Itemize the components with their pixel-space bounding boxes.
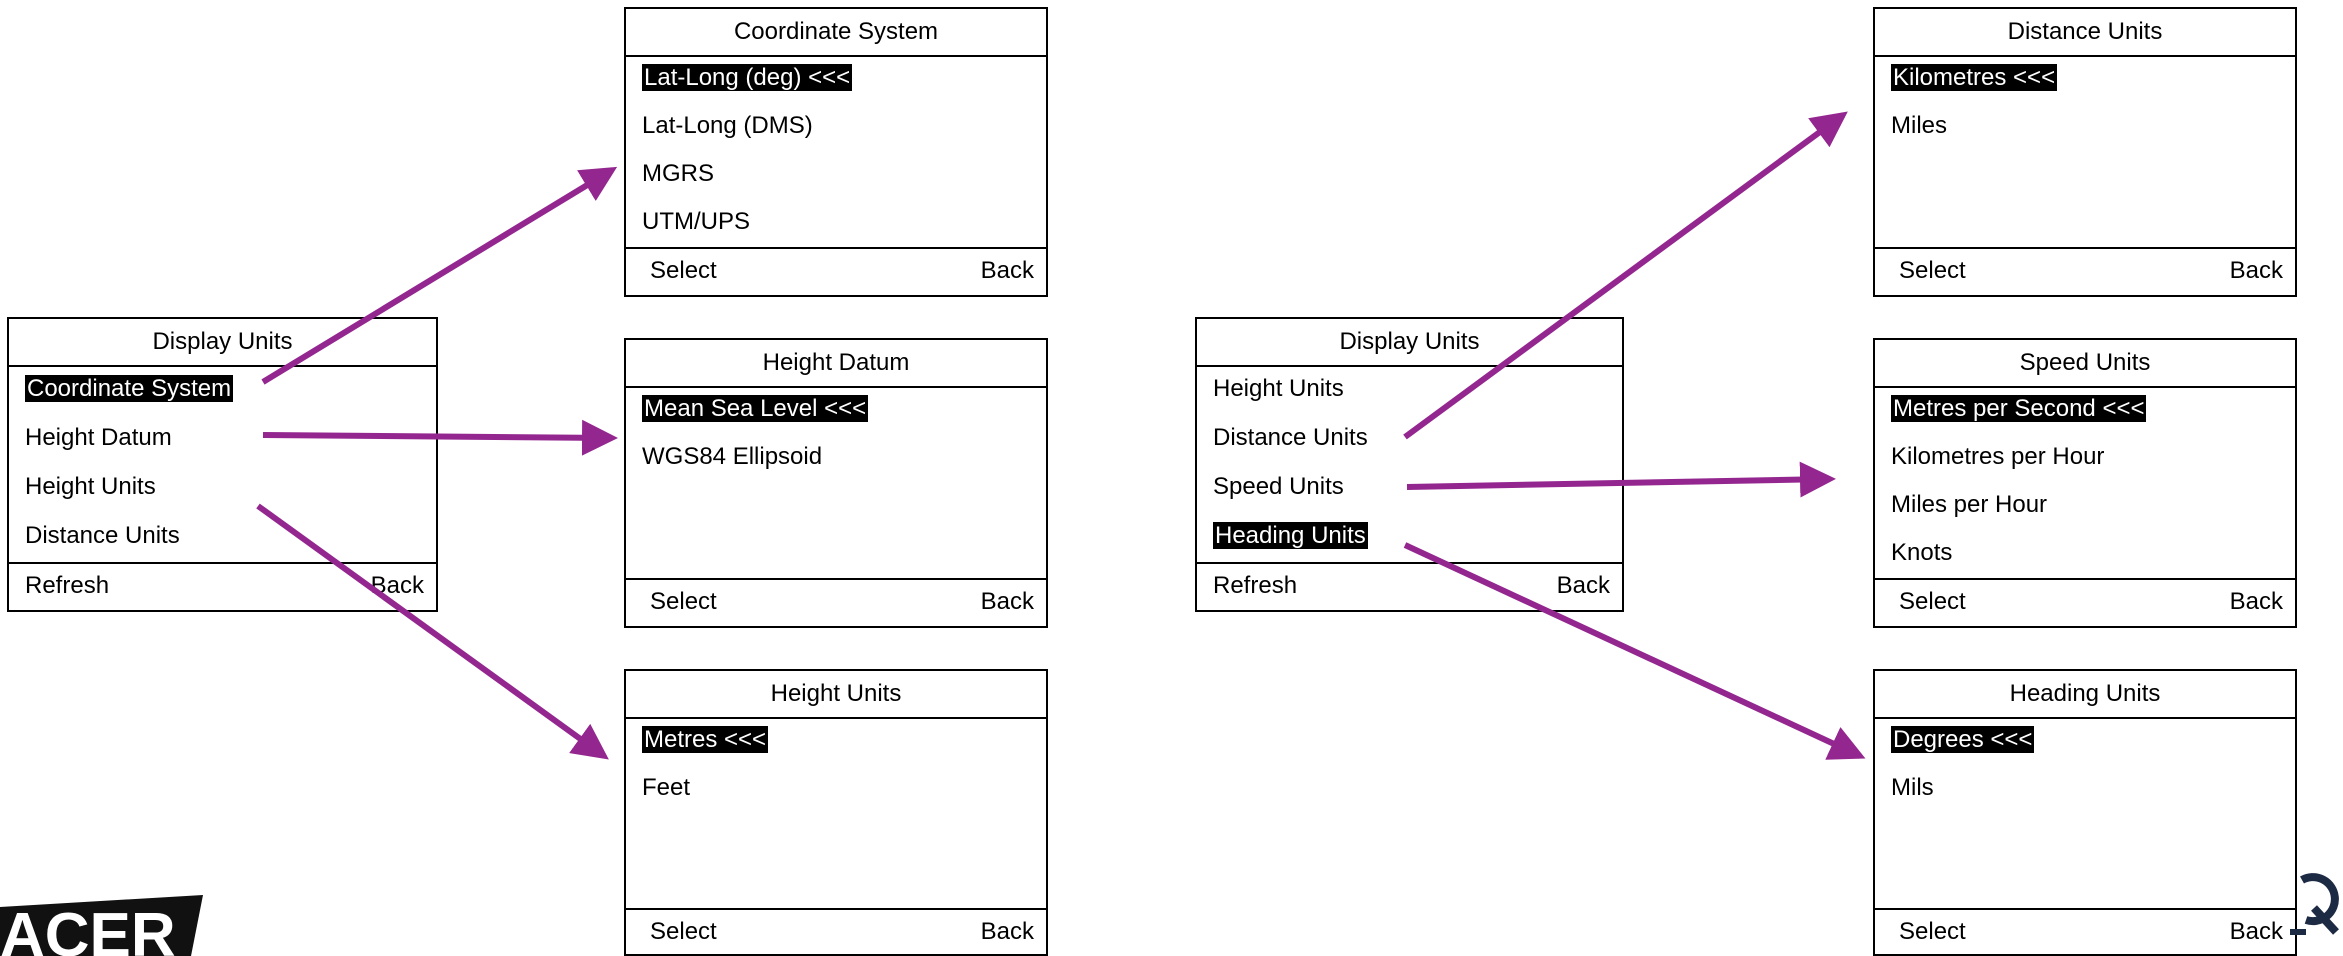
option-utm-ups[interactable]: UTM/UPS [642, 205, 750, 239]
option-mgrs[interactable]: MGRS [642, 157, 714, 191]
back-softkey[interactable]: Back [2230, 588, 2283, 616]
option-knots[interactable]: Knots [1891, 536, 1952, 570]
back-softkey[interactable]: Back [981, 918, 1034, 946]
select-softkey[interactable]: Select [650, 918, 717, 946]
speed-units-screen: Speed Units Metres per Second <<< Kilome… [1873, 338, 2297, 628]
coordinate-system-screen: Coordinate System Lat-Long (deg) <<< Lat… [624, 7, 1048, 297]
softkey-bar: Select Back [1875, 247, 2295, 295]
option-label: Kilometres per Hour [1891, 443, 2105, 470]
select-softkey[interactable]: Select [1899, 257, 1966, 285]
distance-units-screen: Distance Units Kilometres <<< Miles Sele… [1873, 7, 2297, 297]
screen-title: Display Units [1197, 319, 1622, 367]
screen-title: Coordinate System [626, 9, 1046, 57]
option-mean-sea-level[interactable]: Mean Sea Level <<< [642, 392, 869, 426]
option-label: Mean Sea Level <<< [642, 395, 869, 422]
q-logo-icon [2290, 873, 2339, 935]
screen-title: Height Datum [626, 340, 1046, 388]
softkey-bar: Select Back [1875, 578, 2295, 626]
menu-item-label: Height Datum [25, 424, 172, 451]
menu-item-label: Heading Units [1213, 522, 1368, 549]
menu-item-distance-units[interactable]: Distance Units [25, 519, 180, 553]
option-label: Miles [1891, 112, 1948, 139]
menu-item-coordinate-system[interactable]: Coordinate System [25, 372, 234, 406]
option-label: Knots [1891, 539, 1953, 566]
logo-text: ACER [0, 901, 176, 956]
option-lat-long-dms[interactable]: Lat-Long (DMS) [642, 109, 813, 143]
menu-item-height-units[interactable]: Height Units [1213, 372, 1344, 406]
option-label: UTM/UPS [642, 208, 750, 235]
back-softkey[interactable]: Back [371, 572, 424, 600]
option-metres-per-second[interactable]: Metres per Second <<< [1891, 392, 2147, 426]
height-units-screen: Height Units Metres <<< Feet Select Back [624, 669, 1048, 956]
back-softkey[interactable]: Back [981, 257, 1034, 285]
menu-item-label: Height Units [25, 473, 156, 500]
menu-item-speed-units[interactable]: Speed Units [1213, 470, 1344, 504]
option-label: Kilometres <<< [1891, 64, 2058, 91]
refresh-softkey[interactable]: Refresh [1213, 572, 1297, 600]
softkey-bar: Select Back [626, 247, 1046, 295]
back-softkey[interactable]: Back [2230, 918, 2283, 946]
option-label: MGRS [642, 160, 714, 187]
menu-item-label: Speed Units [1213, 473, 1344, 500]
softkey-bar: Select Back [1875, 908, 2295, 954]
menu-item-distance-units[interactable]: Distance Units [1213, 421, 1368, 455]
back-softkey[interactable]: Back [1557, 572, 1610, 600]
select-softkey[interactable]: Select [650, 257, 717, 285]
softkey-bar: Select Back [626, 908, 1046, 954]
menu-item-height-datum[interactable]: Height Datum [25, 421, 172, 455]
left-display-units-screen: Display Units Coordinate System Height D… [7, 317, 438, 612]
option-feet[interactable]: Feet [642, 771, 690, 805]
menu-item-label: Height Units [1213, 375, 1344, 402]
screen-title: Height Units [626, 671, 1046, 719]
back-softkey[interactable]: Back [981, 588, 1034, 616]
option-label: WGS84 Ellipsoid [642, 443, 823, 470]
option-wgs84-ellipsoid[interactable]: WGS84 Ellipsoid [642, 440, 822, 474]
menu-item-label: Distance Units [25, 522, 180, 549]
option-label: Lat-Long (deg) <<< [642, 64, 853, 91]
screen-title: Speed Units [1875, 340, 2295, 388]
menu-item-label: Distance Units [1213, 424, 1368, 451]
option-kilometres[interactable]: Kilometres <<< [1891, 61, 2058, 95]
option-mils[interactable]: Mils [1891, 771, 1934, 805]
select-softkey[interactable]: Select [1899, 588, 1966, 616]
option-label: Miles per Hour [1891, 491, 2048, 518]
option-label: Mils [1891, 774, 1934, 801]
back-softkey[interactable]: Back [2230, 257, 2283, 285]
softkey-bar: Refresh Back [1197, 562, 1622, 610]
menu-item-heading-units[interactable]: Heading Units [1213, 519, 1368, 553]
height-datum-screen: Height Datum Mean Sea Level <<< WGS84 El… [624, 338, 1048, 628]
select-softkey[interactable]: Select [1899, 918, 1966, 946]
right-display-units-screen: Display Units Height Units Distance Unit… [1195, 317, 1624, 612]
option-miles[interactable]: Miles [1891, 109, 1947, 143]
option-lat-long-deg[interactable]: Lat-Long (deg) <<< [642, 61, 853, 95]
menu-item-label: Coordinate System [25, 375, 234, 402]
option-label: Metres per Second <<< [1891, 395, 2147, 422]
option-label: Metres <<< [642, 726, 769, 753]
screen-title: Display Units [9, 319, 436, 367]
option-metres[interactable]: Metres <<< [642, 723, 769, 757]
brand-logo: ACER [0, 895, 203, 956]
option-miles-per-hour[interactable]: Miles per Hour [1891, 488, 2047, 522]
softkey-bar: Refresh Back [9, 562, 436, 610]
softkey-bar: Select Back [626, 578, 1046, 626]
refresh-softkey[interactable]: Refresh [25, 572, 109, 600]
option-degrees[interactable]: Degrees <<< [1891, 723, 2035, 757]
option-label: Lat-Long (DMS) [642, 112, 813, 139]
option-kilometres-per-hour[interactable]: Kilometres per Hour [1891, 440, 2104, 474]
heading-units-screen: Heading Units Degrees <<< Mils Select Ba… [1873, 669, 2297, 956]
option-label: Degrees <<< [1891, 726, 2035, 753]
option-label: Feet [642, 774, 691, 801]
select-softkey[interactable]: Select [650, 588, 717, 616]
screen-title: Distance Units [1875, 9, 2295, 57]
menu-item-height-units[interactable]: Height Units [25, 470, 156, 504]
screen-title: Heading Units [1875, 671, 2295, 719]
